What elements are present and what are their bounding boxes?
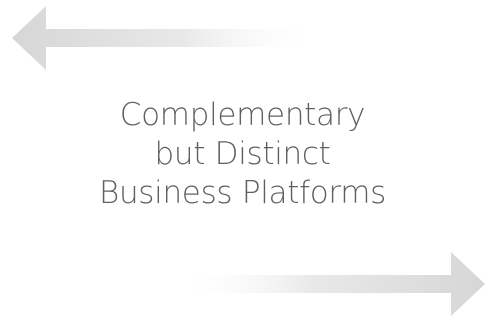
headline-title: Complementary but Distinct Business Plat… (0, 96, 485, 213)
headline-line-3: Business Platforms (98, 175, 387, 211)
slide-canvas: Complementary but Distinct Business Plat… (0, 0, 485, 323)
headline-line-1: Complementary (119, 97, 366, 133)
headline-line-2: but Distinct (154, 136, 331, 172)
arrow-left-icon (12, 6, 322, 70)
arrow-right-icon (175, 252, 485, 316)
